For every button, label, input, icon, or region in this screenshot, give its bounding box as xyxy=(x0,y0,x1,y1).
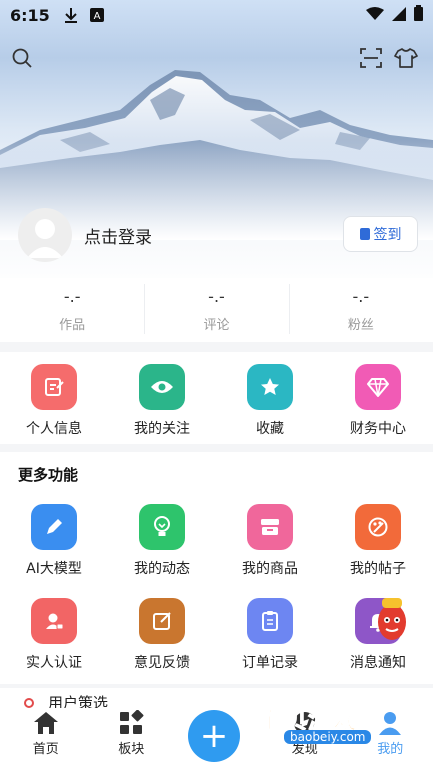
palette-icon xyxy=(355,504,401,550)
plus-icon: + xyxy=(199,716,229,756)
box-icon xyxy=(247,504,293,550)
signin-button[interactable]: 签到 xyxy=(343,216,418,252)
feedback-icon xyxy=(139,598,185,644)
status-bar: 6:15 A xyxy=(0,0,433,30)
section-title: 更多功能 xyxy=(18,466,79,484)
more-ai-model[interactable]: AI大模型 xyxy=(0,492,108,578)
more-functions-panel: 更多功能 AI大模型 我的动态 我的商品 我的帖子 实人认证 意见反馈 订单记录… xyxy=(0,452,433,684)
publish-fab-button[interactable]: + xyxy=(188,710,240,762)
quick-actions: 个人信息 我的关注 收藏 财务中心 xyxy=(0,352,433,444)
stat-fans[interactable]: -.- 粉丝 xyxy=(288,278,433,342)
stat-label: 作品 xyxy=(59,318,86,333)
more-label: 实人认证 xyxy=(26,655,82,671)
edit-icon xyxy=(31,364,77,410)
stat-label: 评论 xyxy=(203,318,230,333)
stat-value: -.- xyxy=(63,287,81,306)
calendar-icon xyxy=(359,228,370,240)
more-label: 消息通知 xyxy=(350,655,406,671)
more-my-posts[interactable]: 我的帖子 xyxy=(324,492,432,578)
watermark: 宝贝游戏网 baobeiy.com xyxy=(258,700,408,744)
download-icon xyxy=(64,7,78,23)
more-label: 我的动态 xyxy=(134,561,190,577)
more-row: AI大模型 我的动态 我的商品 我的帖子 xyxy=(0,492,433,578)
more-my-activity[interactable]: 我的动态 xyxy=(108,492,216,578)
more-row: 实人认证 意见反馈 订单记录 消息通知 xyxy=(0,586,433,672)
stat-value: -.- xyxy=(352,287,370,306)
wifi-icon xyxy=(366,6,384,25)
more-label: 我的商品 xyxy=(242,561,298,577)
more-label: AI大模型 xyxy=(26,561,82,577)
default-avatar-icon xyxy=(27,219,63,258)
quick-label: 收藏 xyxy=(256,421,284,437)
more-real-name-auth[interactable]: 实人认证 xyxy=(0,586,108,672)
diamond-icon xyxy=(355,364,401,410)
more-order-records[interactable]: 订单记录 xyxy=(216,586,324,672)
status-time: 6:15 xyxy=(10,5,50,25)
signin-label: 签到 xyxy=(373,227,402,243)
dot-icon xyxy=(24,698,34,708)
quick-label: 个人信息 xyxy=(26,421,82,437)
more-my-goods[interactable]: 我的商品 xyxy=(216,492,324,578)
login-prompt[interactable]: 点击登录 xyxy=(84,223,152,248)
home-icon xyxy=(33,712,58,734)
star-icon xyxy=(247,364,293,410)
top-bar xyxy=(0,44,433,74)
pen-icon xyxy=(31,504,77,550)
keyboard-a-icon: A xyxy=(89,8,104,22)
quick-following[interactable]: 我的关注 xyxy=(108,352,216,444)
avatar[interactable] xyxy=(18,208,72,262)
bulb-icon xyxy=(139,504,185,550)
stat-label: 粉丝 xyxy=(347,318,374,333)
profile-row[interactable]: 点击登录 xyxy=(18,208,152,262)
stat-works[interactable]: -.- 作品 xyxy=(0,278,144,342)
more-label: 我的帖子 xyxy=(350,561,406,577)
id-icon xyxy=(31,598,77,644)
more-feedback[interactable]: 意见反馈 xyxy=(108,586,216,672)
watermark-domain: baobeiy.com xyxy=(284,730,372,744)
stat-comments[interactable]: -.- 评论 xyxy=(144,278,288,342)
svg-text:A: A xyxy=(93,11,100,22)
nav-label: 我的 xyxy=(377,742,404,757)
search-icon[interactable] xyxy=(8,44,36,72)
quick-finance[interactable]: 财务中心 xyxy=(324,352,432,444)
skin-shirt-icon[interactable] xyxy=(392,44,420,72)
signal-icon xyxy=(392,6,406,25)
scan-icon[interactable] xyxy=(357,44,385,72)
stats-bar: -.- 作品 -.- 评论 -.- 粉丝 xyxy=(0,278,433,342)
eye-icon xyxy=(139,364,185,410)
grid-icon xyxy=(120,710,144,734)
stat-value: -.- xyxy=(208,287,225,306)
quick-label: 我的关注 xyxy=(134,421,190,437)
quick-favorites[interactable]: 收藏 xyxy=(216,352,324,444)
quick-personal-info[interactable]: 个人信息 xyxy=(0,352,108,444)
nav-home[interactable]: 首页 xyxy=(3,708,89,769)
battery-icon xyxy=(414,5,423,25)
more-label: 意见反馈 xyxy=(134,655,190,671)
partial-row-label: 用户策选 xyxy=(48,694,109,708)
more-label: 订单记录 xyxy=(242,655,298,671)
nav-label: 板块 xyxy=(118,742,145,757)
nav-sections[interactable]: 板块 xyxy=(89,708,175,769)
quick-label: 财务中心 xyxy=(350,421,406,437)
clipboard-icon xyxy=(247,598,293,644)
nav-label: 首页 xyxy=(32,742,59,757)
mascot-sticker-icon xyxy=(378,598,406,640)
